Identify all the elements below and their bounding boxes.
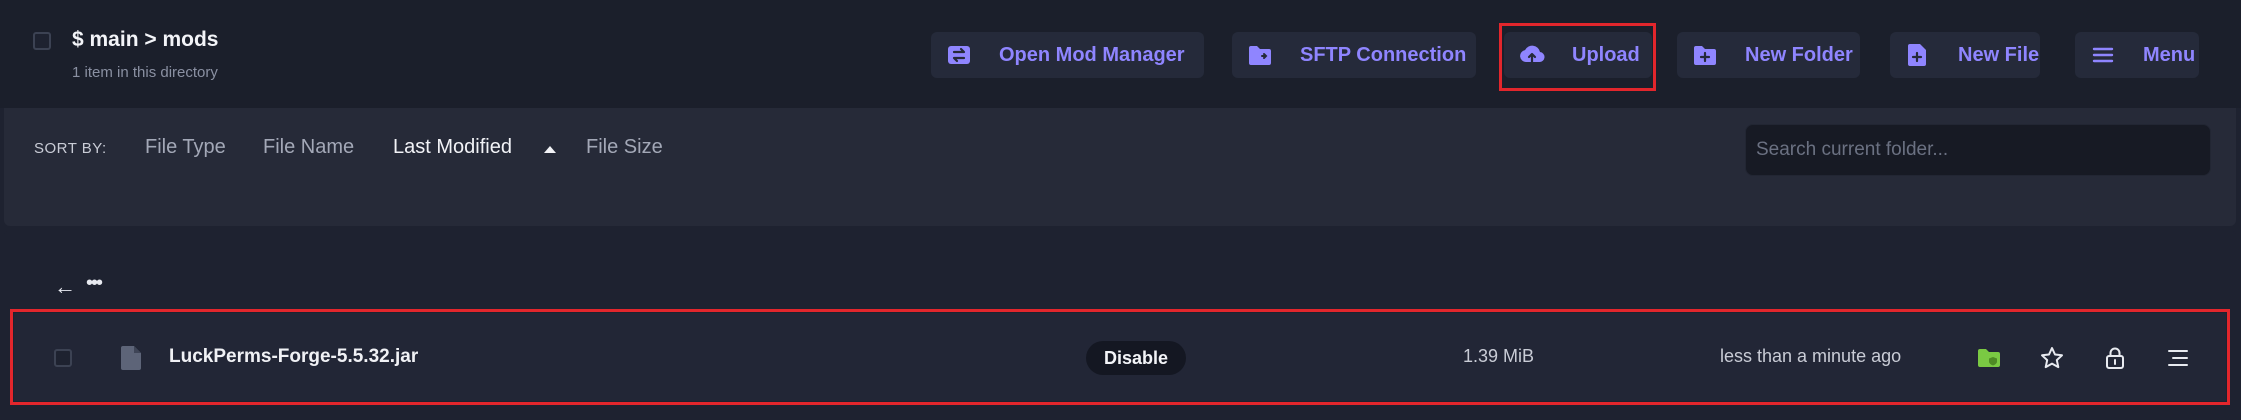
select-all-checkbox[interactable] <box>33 32 51 50</box>
menu-label: Menu <box>2143 43 2196 66</box>
arrow-left-icon[interactable]: ← <box>54 274 76 300</box>
sort-file-name[interactable]: File Name <box>263 136 354 159</box>
folder-plus-icon <box>1694 46 1716 65</box>
disable-button[interactable]: Disable <box>1086 341 1186 375</box>
open-mod-manager-button[interactable]: Open Mod Manager <box>931 32 1204 78</box>
folder-link-icon <box>1249 46 1271 65</box>
new-file-label: New File <box>1958 43 2040 66</box>
directory-path: $ main > mods <box>72 28 219 51</box>
item-count: 1 item in this directory <box>72 64 218 81</box>
lock-icon[interactable] <box>2102 345 2128 371</box>
new-folder-label: New Folder <box>1745 43 1853 66</box>
file-modified: less than a minute ago <box>1720 346 1902 366</box>
new-folder-button[interactable]: New Folder <box>1677 32 1860 78</box>
open-mod-manager-label: Open Mod Manager <box>999 43 1185 66</box>
new-file-button[interactable]: New File <box>1890 32 2040 78</box>
sftp-connection-label: SFTP Connection <box>1300 43 1467 66</box>
upload-highlight-box <box>1499 23 1656 91</box>
menu-button[interactable]: Menu <box>2075 32 2199 78</box>
transfer-icon <box>948 46 970 64</box>
sort-file-size[interactable]: File Size <box>586 136 663 159</box>
sort-last-modified[interactable]: Last Modified <box>393 136 512 159</box>
file-plus-icon <box>1908 44 1926 66</box>
sort-by-label: SORT BY: <box>34 140 107 157</box>
file-size: 1.39 MiB <box>1463 346 1535 366</box>
star-icon[interactable] <box>2039 345 2065 371</box>
folder-shield-icon[interactable] <box>1976 345 2002 371</box>
sort-file-type[interactable]: File Type <box>145 136 226 159</box>
file-icon <box>121 346 141 370</box>
hamburger-icon <box>2092 47 2114 63</box>
menu-icon[interactable] <box>2165 345 2191 371</box>
more-path-button[interactable]: ••• <box>86 272 103 295</box>
file-name[interactable]: LuckPerms-Forge-5.5.32.jar <box>169 346 418 368</box>
search-input[interactable] <box>1745 124 2211 176</box>
sftp-connection-button[interactable]: SFTP Connection <box>1232 32 1476 78</box>
sort-ascending-icon[interactable] <box>544 146 556 153</box>
file-row-checkbox[interactable] <box>54 349 72 367</box>
